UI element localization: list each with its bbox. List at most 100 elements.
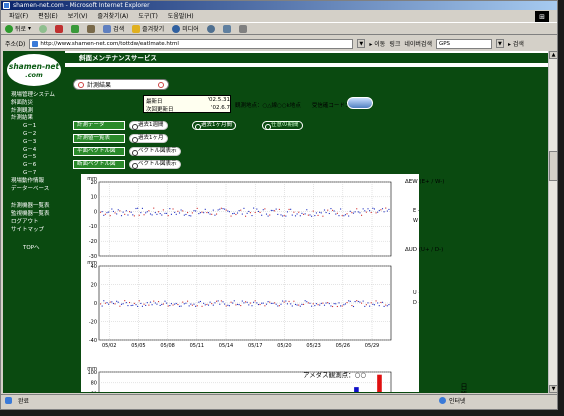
ud-point [101,305,103,307]
ud-point [198,301,200,303]
sidebar-item-g5[interactable]: G－5 [11,154,55,162]
ew-point [322,215,324,217]
section-vector-button[interactable]: 断面ベクトル図 [73,160,125,169]
ie-icon [3,2,10,9]
ud-point [283,301,285,303]
vertical-scrollbar[interactable]: ▲ ▼ [548,51,558,393]
menu-file[interactable]: 파일(F) [9,11,28,20]
media-button[interactable]: 미디어 [172,24,199,33]
ew-point [338,215,340,217]
sidebar-item-monitor-list[interactable]: 監視機器一覧表 [11,211,55,219]
ud-point [288,300,290,302]
results-panel-label: 計測結果 [73,79,169,90]
ew-point [315,212,317,214]
menu-edit[interactable]: 편집(E) [38,11,58,20]
page-header: 斜面メンテナンスサービス [65,53,548,63]
scroll-thumb[interactable] [549,151,558,181]
scroll-down-arrow-icon[interactable]: ▼ [549,385,558,393]
menu-help[interactable]: 도움말(H) [168,11,194,20]
page-icon [5,396,12,404]
sidebar-item-site-info[interactable]: 現場動作情報 [11,178,55,186]
option-custom-period[interactable]: 任意の期間 [262,121,303,130]
scroll-up-arrow-icon[interactable]: ▲ [549,51,558,59]
address-dropdown-button[interactable]: ▼ [357,39,366,48]
ew-point [172,208,174,210]
measurement-table-button[interactable]: 計測値一覧表 [73,134,125,143]
ew-point [278,208,280,210]
ew-point [101,211,103,213]
ud-point [207,304,210,306]
go-button[interactable]: ▸ 이동 [369,39,385,48]
mail-button[interactable] [222,24,231,33]
print-button[interactable] [238,24,247,33]
naver-search-input[interactable]: GPS [435,38,492,49]
search-icon [103,24,112,33]
menu-view[interactable]: 보기(V) [68,11,88,20]
ew-point [283,215,285,217]
sidebar-item-g3[interactable]: G－3 [11,139,55,147]
rain-unit-label: mm [87,366,97,372]
sidebar-item-system[interactable]: 現場管理システム [11,92,55,100]
sidebar-item-top[interactable]: TOPへ [11,245,55,253]
ud-up-label: U + [413,290,419,296]
stop-button[interactable] [55,24,64,33]
ew-point [257,210,259,212]
option-past-week[interactable]: 過去1週間 [129,121,168,130]
plan-vector-button[interactable]: 平面ベクトル図 [73,147,125,156]
forward-button[interactable] [39,24,48,33]
measurement-data-button[interactable]: 計測データ [73,121,125,130]
sidebar-item-logout[interactable]: ログアウト [11,219,55,227]
ew-point [246,212,248,214]
sidebar-item-instrument-list[interactable]: 計測機器一覧表 [11,203,55,211]
ud-point [100,303,102,305]
menu-tools[interactable]: 도구(T) [138,11,157,20]
ud-point [191,304,193,306]
ud-point [357,300,359,303]
sidebar-item-g2[interactable]: G－2 [11,131,55,139]
ud-point [235,304,237,306]
favorites-button[interactable]: 즐겨찾기 [132,24,164,33]
ew-point [145,212,147,214]
ew-point [349,210,351,212]
ew-point [106,212,108,214]
ew-point [211,213,213,215]
ew-point [162,209,164,211]
ew-point [225,209,227,211]
option-plan-vector[interactable]: ベクトル図表示 [129,147,181,156]
sidebar-item-results[interactable]: 計測結果 [11,115,55,123]
history-button[interactable] [206,24,215,33]
ew-point [269,214,271,216]
sidebar-item-database[interactable]: データーベース [11,186,55,194]
ew-point [251,215,253,217]
ud-point [236,303,239,305]
address-input[interactable]: http://www.shamen-net.com/tottdw/eatlmat… [29,38,354,49]
home-button[interactable] [87,24,96,33]
receiver-toggle-button[interactable] [347,97,373,109]
ew-point [249,212,251,214]
search-button[interactable]: 검색 [103,24,124,33]
links-button[interactable]: 링크 [389,39,400,48]
back-button[interactable]: 뒤로 ▾ [5,24,31,33]
option-table-month[interactable]: 過去1ヶ月 [129,134,168,143]
naver-search-button[interactable]: ▸ 검색 [508,39,524,48]
ew-point [227,210,229,212]
site-logo[interactable]: shamen-net .com [7,54,61,86]
sidebar-item-g6[interactable]: G－6 [11,162,55,170]
sidebar-item-g1[interactable]: G－1 [11,123,55,131]
option-past-month[interactable]: 過去1ヶ月間 [192,121,236,130]
menu-favorites[interactable]: 즐겨찾기(A) [98,11,129,20]
option-section-vector[interactable]: ベクトル図表示 [129,160,181,169]
ud-point [190,303,192,305]
ud-point [232,302,234,304]
sidebar-item-g7[interactable]: G－7 [11,170,55,178]
search-dropdown-button[interactable]: ▼ [495,39,504,48]
ew-point [272,209,274,212]
ew-point [204,208,206,210]
status-text: 완료 [18,397,30,405]
refresh-button[interactable] [71,24,80,33]
sidebar-item-g4[interactable]: G－4 [11,147,55,155]
sidebar-item-sitemap[interactable]: サイトマップ [11,227,55,235]
sidebar-item-slope[interactable]: 斜面防災 [11,100,55,108]
ew-point [373,208,375,210]
ew-point [275,208,277,210]
